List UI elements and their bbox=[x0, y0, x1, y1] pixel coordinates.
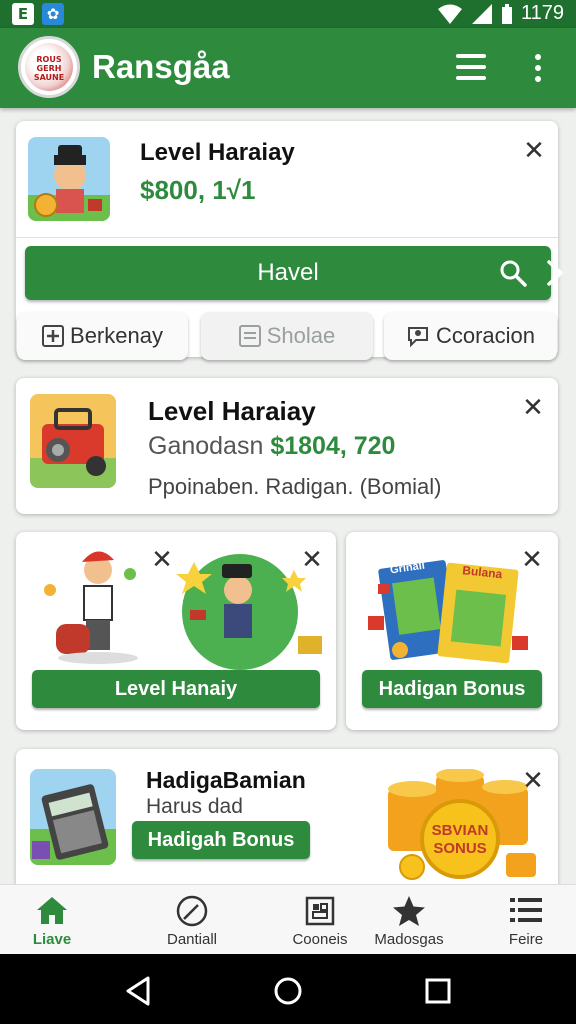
nav-item-dantiall[interactable]: Dantiall bbox=[150, 885, 234, 955]
app-logo-text: ROUS GERH SAUNE bbox=[25, 43, 73, 91]
chat-user-icon bbox=[407, 327, 428, 348]
ccoracion-button[interactable]: Ccoracion bbox=[384, 312, 557, 360]
card2-amount-row: Ganodasn $1804, 720 bbox=[148, 432, 395, 461]
nav-item-feire[interactable]: Feire bbox=[488, 885, 564, 955]
grid-icon bbox=[305, 896, 335, 926]
card5-title: HadigaBamian bbox=[146, 767, 306, 793]
app-title: Ransgåa bbox=[92, 48, 230, 85]
home-circle-icon[interactable] bbox=[273, 976, 303, 1006]
nav-item-home[interactable]: Liave bbox=[14, 885, 90, 955]
hadigan-bonus-button[interactable]: Hadigan Bonus bbox=[362, 670, 542, 708]
menu-icon[interactable] bbox=[452, 50, 492, 86]
back-icon[interactable] bbox=[124, 976, 152, 1006]
signal-icon bbox=[471, 3, 492, 24]
edit-circle-icon bbox=[176, 895, 208, 927]
home-icon bbox=[37, 897, 67, 924]
havel-button[interactable]: Havel bbox=[25, 246, 563, 300]
coins-illustration: SBVIAN SONUS bbox=[388, 769, 536, 880]
card2-title: Level Haraiay bbox=[148, 396, 316, 426]
level-card-detail: Level Haraiay Ganodasn $1804, 720 Ppoina… bbox=[16, 378, 558, 514]
calculator-thumbnail bbox=[30, 769, 116, 865]
list-icon bbox=[510, 898, 542, 922]
nav-label: Liave bbox=[32, 931, 72, 948]
nav-label: Dantiall bbox=[166, 931, 218, 948]
app-bar: ROUS GERH SAUNE Ransgåa bbox=[0, 28, 576, 108]
star-icon bbox=[393, 896, 425, 926]
havel-button-label: Havel bbox=[257, 259, 319, 286]
bottom-navigation: Liave Dantiall Cooneis Madosgas Feire bbox=[0, 884, 576, 954]
books-illustration: Grinall Bulana bbox=[368, 560, 528, 664]
more-options-icon[interactable] bbox=[522, 48, 552, 88]
berkenay-label: Berkenay bbox=[70, 323, 163, 348]
sholae-button[interactable]: Sholae bbox=[201, 312, 373, 360]
battery-icon bbox=[501, 3, 512, 24]
app-logo[interactable]: ROUS GERH SAUNE bbox=[18, 36, 80, 98]
notification-bird-icon: ✿ bbox=[42, 3, 64, 25]
level-hanaiy-button[interactable]: Level Hanaiy bbox=[32, 670, 320, 708]
nav-label: Cooneis bbox=[292, 931, 348, 948]
list-box-icon bbox=[238, 325, 261, 347]
status-time: 1179 bbox=[520, 2, 564, 24]
wifi-icon bbox=[437, 4, 462, 24]
farmer-thumbnail bbox=[28, 137, 110, 221]
divider bbox=[16, 237, 558, 238]
card2-amount: $1804, 720 bbox=[270, 432, 396, 460]
close-icon[interactable]: ✕ bbox=[300, 547, 324, 573]
close-icon[interactable]: ✕ bbox=[520, 547, 544, 573]
add-box-icon bbox=[42, 325, 65, 347]
hadigan-bonus-card: Grinall Bulana ✕ Hadigan Bonus bbox=[346, 532, 558, 730]
sholae-label: Sholae bbox=[266, 323, 336, 348]
status-bar: E ✿ 1179 bbox=[0, 0, 576, 28]
close-icon[interactable]: ✕ bbox=[150, 547, 174, 573]
card1-title: Level Haraiay bbox=[140, 139, 295, 166]
notification-app-icon: E bbox=[12, 3, 34, 25]
close-icon[interactable]: ✕ bbox=[521, 768, 545, 794]
card5-subtitle: Harus dad bbox=[146, 795, 243, 818]
card2-label: Ganodasn bbox=[148, 432, 264, 460]
nav-label: Feire bbox=[508, 931, 544, 948]
nav-label: Madosgas bbox=[374, 931, 444, 948]
level-hanaiy-card: ✕ ✕ Level Hanaiy bbox=[16, 532, 336, 730]
card2-subtitle: Ppoinaben. Radigan. (Bomial) bbox=[148, 474, 442, 499]
system-navigation-bar bbox=[0, 954, 576, 1024]
close-icon[interactable]: ✕ bbox=[522, 138, 546, 164]
berkenay-button[interactable]: Berkenay bbox=[17, 312, 188, 360]
ccoracion-label: Ccoracion bbox=[435, 323, 536, 348]
nav-item-cooneis[interactable]: Cooneis bbox=[278, 885, 362, 955]
close-icon[interactable]: ✕ bbox=[521, 395, 545, 421]
hadiga-bamian-card: HadigaBamian Harus dad Hadigah Bonus SBV… bbox=[16, 749, 558, 899]
card1-value: $800, 1√1 bbox=[140, 175, 256, 205]
hadigah-bonus-button[interactable]: Hadigah Bonus bbox=[132, 821, 310, 859]
worker-illustration bbox=[44, 551, 322, 670]
search-icon[interactable] bbox=[499, 259, 527, 287]
chevron-right-icon[interactable] bbox=[545, 260, 565, 286]
nav-item-madosgas[interactable]: Madosgas bbox=[366, 885, 452, 955]
coin-text-2: SONUS bbox=[433, 840, 486, 857]
coin-text-1: SBVIAN bbox=[432, 822, 489, 839]
generator-thumbnail bbox=[30, 394, 116, 488]
recents-icon[interactable] bbox=[425, 978, 451, 1004]
